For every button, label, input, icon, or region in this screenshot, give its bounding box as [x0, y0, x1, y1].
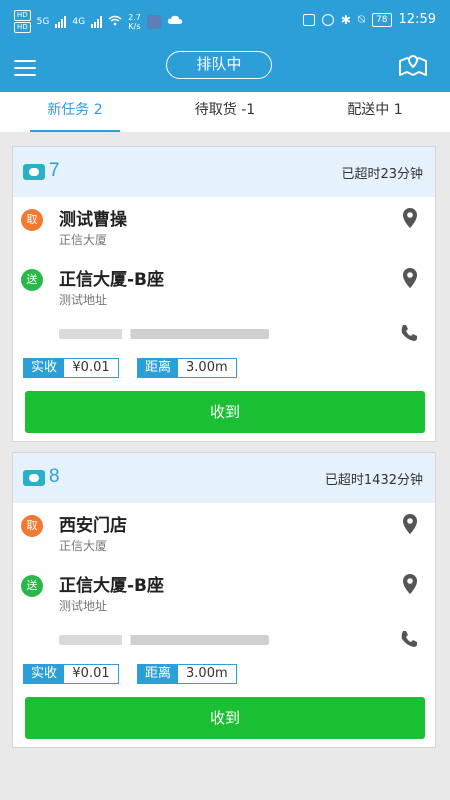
location-pin-icon[interactable]: [401, 573, 419, 595]
distance-tag: 距离 3.00m: [137, 664, 237, 684]
app-header: 排队中: [0, 44, 450, 92]
received-tag: 实收 ¥0.01: [23, 664, 120, 684]
receive-button[interactable]: 收到: [25, 697, 425, 739]
deliver-name: 正信大厦-B座: [59, 576, 165, 596]
deliver-row: 送 正信大厦-B座 测试地址: [13, 563, 435, 623]
hd-indicators: HD HD: [14, 10, 31, 33]
network-4g: 4G: [72, 16, 86, 27]
order-card: 7 已超时23分钟 取 测试曹操 正信大厦 送 正信大厦-B座 测试地址 实收 …: [12, 146, 436, 442]
received-label: 实收: [24, 359, 65, 377]
received-tag: 实收 ¥0.01: [23, 358, 120, 378]
battery-indicator: 78: [372, 12, 392, 27]
received-value: ¥0.01: [72, 666, 110, 681]
tab-new-tasks[interactable]: 新任务 2: [0, 92, 150, 132]
deliver-row: 送 正信大厦-B座 测试地址: [13, 257, 435, 317]
pickup-address: 正信大厦: [59, 539, 108, 553]
overtime-text: 已超时1432分钟: [324, 473, 423, 488]
cloud-icon: [167, 15, 183, 28]
status-bar: HD HD 5G 4G 2.7 K/s ✱ ⍉ 78 12:59: [0, 0, 450, 44]
queue-status-button[interactable]: 排队中: [166, 51, 272, 79]
received-value: ¥0.01: [72, 360, 110, 375]
app-notification-icon: [146, 14, 161, 29]
pickup-badge: 取: [21, 515, 43, 537]
customer-contact-row: [13, 623, 435, 661]
pickup-name: 测试曹操: [59, 210, 127, 230]
order-card-header: 7 已超时23分钟: [13, 147, 435, 197]
location-pin-icon[interactable]: [401, 267, 419, 289]
tab-bar: 新任务 2 待取货 -1 配送中 1: [0, 92, 450, 132]
signal-icon: [91, 15, 103, 28]
tab-delivering[interactable]: 配送中 1: [300, 92, 450, 132]
wifi-icon: [108, 15, 122, 29]
order-number: 8: [49, 466, 60, 487]
phone-icon[interactable]: [399, 629, 419, 649]
deliver-address: 测试地址: [59, 293, 108, 307]
order-number: 7: [49, 160, 60, 181]
received-label: 实收: [24, 665, 65, 683]
deliver-badge: 送: [21, 269, 43, 291]
distance-value: 3.00m: [186, 666, 228, 681]
order-tags: 实收 ¥0.01 距离 3.00m: [13, 355, 435, 383]
distance-label: 距离: [138, 359, 179, 377]
network-5g: 5G: [36, 16, 50, 27]
net-speed-value: 2.7: [128, 12, 141, 22]
distance-value: 3.00m: [186, 360, 228, 375]
tab-awaiting-pickup[interactable]: 待取货 -1: [150, 92, 300, 132]
pickup-row: 取 西安门店 正信大厦: [13, 503, 435, 563]
location-pin-icon[interactable]: [401, 513, 419, 535]
status-left: HD HD 5G 4G 2.7 K/s: [14, 10, 183, 33]
bluetooth-icon: ✱: [340, 12, 351, 27]
phone-icon[interactable]: [399, 323, 419, 343]
mute-icon: ⍉: [357, 12, 366, 26]
distance-label: 距离: [138, 665, 179, 683]
map-pin-icon[interactable]: [398, 53, 428, 77]
nfc-icon: [302, 13, 315, 26]
deliver-address: 测试地址: [59, 599, 108, 613]
customer-contact-row: [13, 317, 435, 355]
order-card: 8 已超时1432分钟 取 西安门店 正信大厦 送 正信大厦-B座 测试地址 实…: [12, 452, 436, 748]
deliver-name: 正信大厦-B座: [59, 270, 165, 290]
net-speed-unit: K/s: [128, 21, 141, 31]
message-icon: [23, 164, 45, 180]
pickup-badge: 取: [21, 209, 43, 231]
location-pin-icon[interactable]: [401, 207, 419, 229]
overtime-text: 已超时23分钟: [341, 167, 423, 182]
clock: 12:59: [398, 12, 436, 27]
hd-badge: HD: [14, 22, 31, 33]
hd-badge: HD: [14, 10, 31, 21]
alarm-icon: [321, 13, 334, 26]
pickup-name: 西安门店: [59, 516, 127, 536]
signal-icon: [55, 15, 67, 28]
net-speed: 2.7 K/s: [128, 13, 141, 31]
pickup-row: 取 测试曹操 正信大厦: [13, 197, 435, 257]
order-tags: 实收 ¥0.01 距离 3.00m: [13, 661, 435, 689]
status-right: ✱ ⍉ 78 12:59: [302, 12, 436, 27]
deliver-badge: 送: [21, 575, 43, 597]
menu-icon[interactable]: [14, 60, 36, 76]
pickup-address: 正信大厦: [59, 233, 108, 247]
order-card-header: 8 已超时1432分钟: [13, 453, 435, 503]
distance-tag: 距离 3.00m: [137, 358, 237, 378]
redacted-contact: [59, 329, 269, 339]
message-icon: [23, 470, 45, 486]
receive-button[interactable]: 收到: [25, 391, 425, 433]
redacted-contact: [59, 635, 269, 645]
